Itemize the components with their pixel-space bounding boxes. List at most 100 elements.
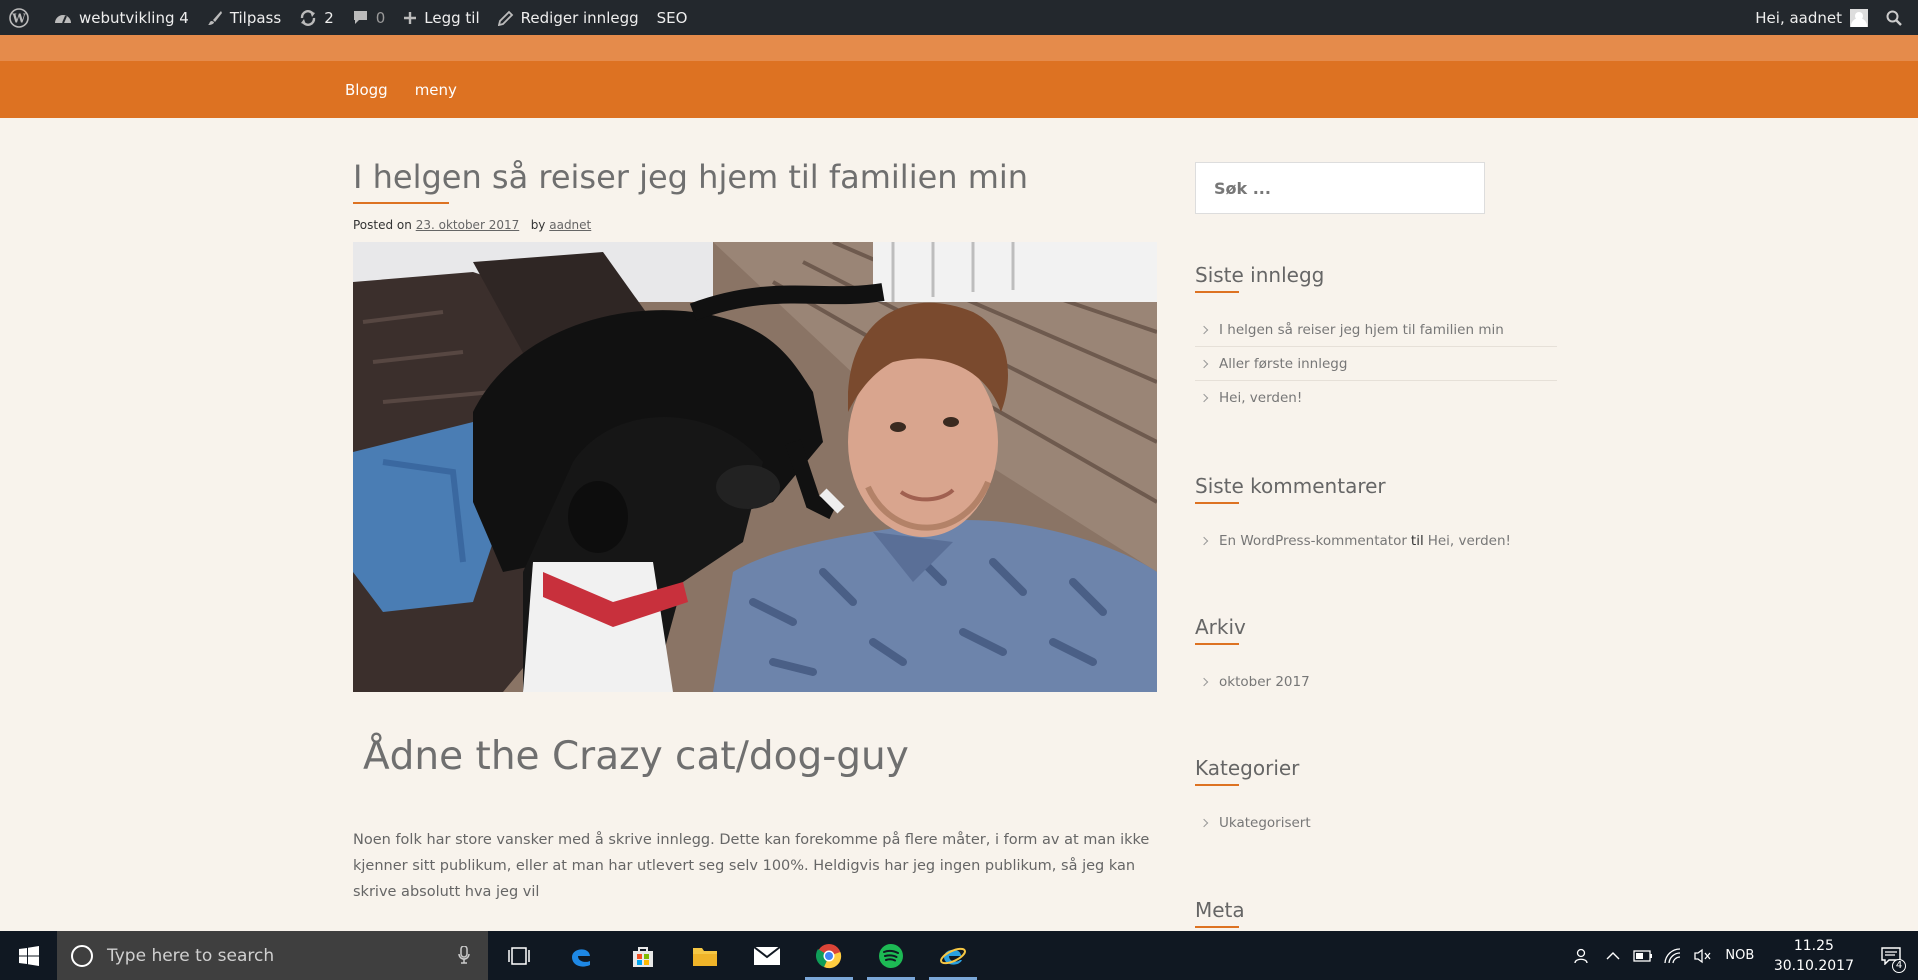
start-button[interactable] (0, 931, 57, 980)
chevron-right-icon (1199, 536, 1209, 546)
customize-button[interactable]: Tilpass (198, 0, 290, 35)
taskbar-app-chrome[interactable] (798, 931, 860, 980)
store-icon (633, 946, 653, 967)
chevron-up-icon (1606, 951, 1620, 959)
widget-title-recent-posts: Siste innlegg (1195, 263, 1325, 287)
widget-underline (1195, 643, 1239, 645)
clock-time: 11.25 (1793, 937, 1834, 954)
dashboard-icon (55, 14, 71, 23)
comment-connector: til (1410, 533, 1424, 549)
taskbar-app-mail[interactable] (736, 931, 798, 980)
edit-post-button[interactable]: Rediger innlegg (489, 0, 648, 35)
taskbar-app-spotify[interactable] (860, 931, 922, 980)
taskbar-search-input[interactable]: Type here to search (57, 931, 488, 980)
widget-meta: Meta (1195, 898, 1557, 928)
account-menu[interactable]: Hei, aadnet (1746, 0, 1877, 35)
nav-item-meny[interactable]: meny (415, 81, 457, 99)
recent-post-link[interactable]: Hei, verden! (1219, 390, 1302, 406)
widget-recent-posts: Siste innlegg I helgen så reiser jeg hje… (1195, 263, 1557, 415)
sidebar: Søk ... Siste innlegg I helgen så reiser… (1195, 118, 1557, 928)
widget-categories: Kategorier Ukategorisert (1195, 756, 1557, 840)
taskbar-search-placeholder: Type here to search (107, 945, 275, 966)
widget-title-recent-comments: Siste kommentarer (1195, 474, 1386, 498)
avatar (1850, 8, 1868, 27)
wordpress-icon: W (9, 7, 29, 28)
post-heading: Ådne the Crazy cat/dog-guy (363, 734, 909, 779)
chevron-right-icon (1199, 359, 1209, 368)
show-hidden-icons-button[interactable] (1598, 951, 1628, 961)
taskbar-app-edge[interactable] (550, 931, 612, 980)
post-meta: Posted on 23. oktober 2017 by aadnet (353, 218, 1158, 232)
chevron-right-icon (1199, 818, 1209, 828)
post-author-link[interactable]: aadnet (549, 218, 591, 232)
customize-label: Tilpass (229, 8, 282, 27)
admin-search-button[interactable] (1877, 0, 1918, 35)
volume-muted-icon (1694, 948, 1711, 963)
main-navigation: Blogg meny (0, 61, 1918, 118)
comment-author-link[interactable]: En WordPress-kommentator (1219, 533, 1407, 549)
updates-icon (301, 9, 316, 26)
recent-post-link[interactable]: Aller første innlegg (1219, 356, 1347, 372)
battery-icon (1633, 949, 1652, 962)
recent-post-link[interactable]: I helgen så reiser jeg hjem til familien… (1219, 322, 1504, 338)
featured-photo (353, 242, 1157, 692)
archive-item[interactable]: oktober 2017 (1195, 665, 1557, 699)
system-tray: NOB 11.25 30.10.2017 4 (1568, 931, 1918, 980)
people-button[interactable] (1568, 948, 1598, 964)
title-underline (353, 202, 449, 204)
microphone-icon[interactable] (458, 946, 470, 964)
wifi-icon (1664, 947, 1680, 963)
greeting: Hei, aadnet (1755, 8, 1842, 27)
volume-button[interactable] (1688, 948, 1718, 964)
comments-button[interactable]: 0 (343, 0, 395, 35)
sidebar-search-input[interactable]: Søk ... (1195, 162, 1485, 214)
archive-link[interactable]: oktober 2017 (1219, 674, 1310, 690)
comment-post-link[interactable]: Hei, verden! (1428, 533, 1511, 549)
posted-on-label: Posted on (353, 218, 412, 232)
post-date-link[interactable]: 23. oktober 2017 (416, 218, 520, 232)
seo-button[interactable]: SEO (648, 0, 697, 35)
taskbar: Type here to search NOB 11.25 30.10.2017… (0, 931, 1918, 980)
task-view-button[interactable] (488, 931, 550, 980)
taskbar-app-internet-explorer[interactable] (922, 931, 984, 980)
nav-item-blogg[interactable]: Blogg (345, 81, 388, 99)
input-language-button[interactable]: NOB (1718, 948, 1762, 963)
clock[interactable]: 11.25 30.10.2017 (1774, 936, 1854, 976)
wordpress-logo-button[interactable]: W (0, 0, 45, 35)
comments-count: 0 (375, 8, 386, 27)
chevron-right-icon (1199, 677, 1209, 687)
task-view-icon (508, 946, 530, 965)
folder-icon (693, 947, 717, 966)
site-name-button[interactable]: webutvikling 4 (45, 0, 198, 35)
recent-post-item[interactable]: Aller første innlegg (1195, 347, 1557, 381)
admin-bar: W webutvikling 4 Tilpass 2 0 Legg til Re… (0, 0, 1918, 35)
widget-archive: Arkiv oktober 2017 (1195, 615, 1557, 699)
edge-icon (572, 948, 590, 967)
recent-post-item[interactable]: Hei, verden! (1195, 381, 1557, 415)
network-button[interactable] (1658, 947, 1688, 964)
category-link[interactable]: Ukategorisert (1219, 815, 1311, 831)
updates-count: 2 (324, 8, 334, 27)
taskbar-app-explorer[interactable] (674, 931, 736, 980)
add-new-button[interactable]: Legg til (394, 0, 488, 35)
updates-button[interactable]: 2 (290, 0, 343, 35)
action-center-button[interactable]: 4 (1876, 946, 1906, 973)
by-label: by (530, 218, 546, 232)
widget-title-categories: Kategorier (1195, 756, 1300, 780)
add-new-label: Legg til (424, 8, 480, 27)
category-item[interactable]: Ukategorisert (1195, 806, 1557, 840)
cortana-icon (71, 944, 93, 967)
people-icon (1574, 948, 1588, 963)
taskbar-app-store[interactable] (612, 931, 674, 980)
svg-text:W: W (11, 11, 26, 25)
spotify-icon (879, 943, 903, 968)
widget-underline (1195, 502, 1239, 504)
widget-underline (1195, 784, 1239, 786)
site-name: webutvikling 4 (79, 8, 189, 27)
post-paragraph: Noen folk har store vansker med å skrive… (353, 832, 1150, 900)
pencil-icon (497, 10, 513, 26)
featured-image (353, 242, 1157, 692)
recent-post-item[interactable]: I helgen så reiser jeg hjem til familien… (1195, 313, 1557, 347)
post-title[interactable]: I helgen så reiser jeg hjem til familien… (353, 158, 1158, 196)
battery-button[interactable] (1628, 949, 1658, 962)
